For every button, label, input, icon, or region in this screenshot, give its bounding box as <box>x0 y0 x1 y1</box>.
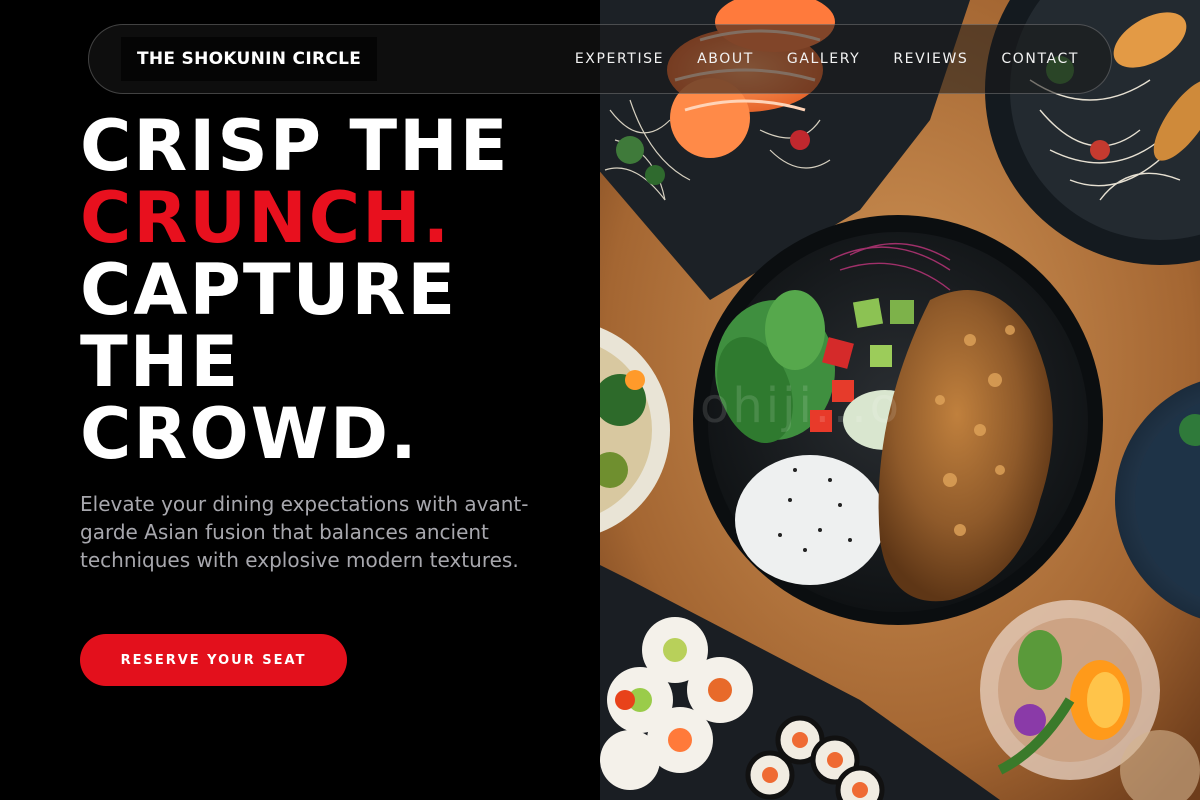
nav-link-expertise[interactable]: EXPERTISE <box>575 51 664 67</box>
top-navbar: THE SHOKUNIN CIRCLE EXPERTISE ABOUT GALL… <box>88 24 1112 94</box>
nav-links: EXPERTISE ABOUT GALLERY REVIEWS CONTACT <box>542 51 1079 67</box>
nav-link-reviews[interactable]: REVIEWS <box>893 51 968 67</box>
reserve-seat-button[interactable]: RESERVE YOUR SEAT <box>80 634 347 686</box>
nav-link-about[interactable]: ABOUT <box>697 51 754 67</box>
nav-link-contact[interactable]: CONTACT <box>1001 51 1079 67</box>
image-watermark: ohiji...o <box>700 378 902 434</box>
brand-logo[interactable]: THE SHOKUNIN CIRCLE <box>121 37 378 81</box>
nav-link-gallery[interactable]: GALLERY <box>787 51 860 67</box>
landing-page: ohiji...o CRISP THE CRUNCH. CAPTURE THE … <box>0 0 1200 800</box>
hero-subtitle: Elevate your dining expectations with av… <box>80 492 529 572</box>
hero-section: CRISP THE CRUNCH. CAPTURE THE CROWD. Ele… <box>0 0 600 800</box>
headline-line-1: CRISP THE <box>80 105 510 187</box>
headline-line-5: CROWD. <box>80 393 419 475</box>
headline-line-4: THE <box>80 321 241 403</box>
hero-headline: CRISP THE CRUNCH. CAPTURE THE CROWD. <box>80 110 580 470</box>
headline-line-3: CAPTURE <box>80 249 458 331</box>
headline-accent-line: CRUNCH. <box>80 177 452 259</box>
